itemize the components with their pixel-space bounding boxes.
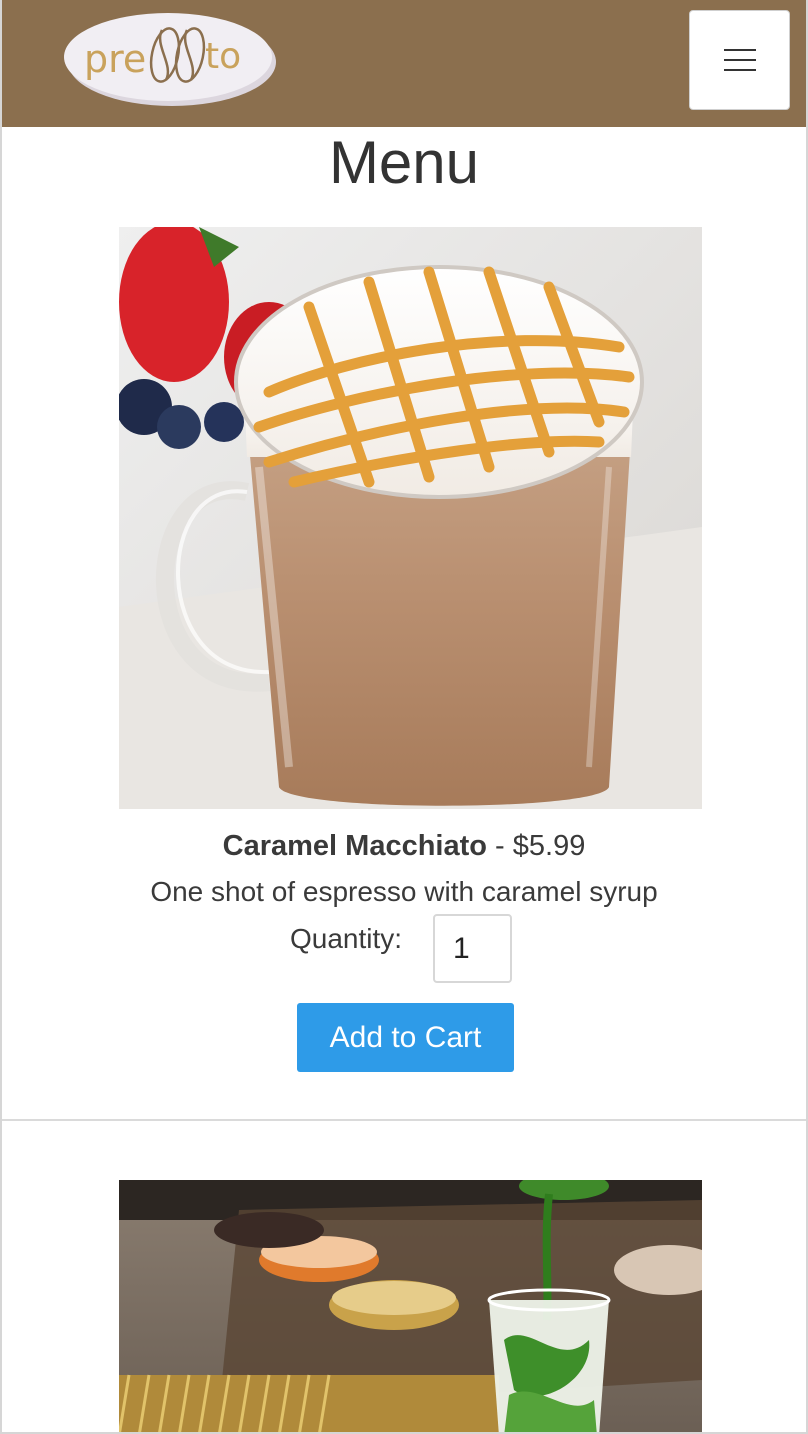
- navbar: pre to: [2, 0, 806, 127]
- menu-toggle-button[interactable]: [689, 10, 790, 110]
- logo-text-right: to: [205, 36, 241, 77]
- product-title-line: Caramel Macchiato - $5.99: [2, 826, 806, 866]
- add-to-cart-button[interactable]: Add to Cart: [297, 1003, 514, 1072]
- product-image-caramel-macchiato: [119, 227, 702, 809]
- quantity-input[interactable]: [433, 914, 512, 983]
- quantity-label: Quantity:: [290, 923, 403, 954]
- product-image-matcha-latte: [119, 1180, 702, 1432]
- price-separator: -: [486, 830, 513, 862]
- divider: [2, 1119, 806, 1121]
- page: pre to Menu Caramel Macchiato - $5.99 On…: [0, 0, 808, 1434]
- presto-logo[interactable]: pre to: [62, 10, 278, 108]
- logo-text-left: pre: [84, 37, 146, 81]
- product-name: Caramel Macchiato: [222, 830, 487, 862]
- page-title: Menu: [328, 129, 480, 196]
- product-price: $5.99: [512, 830, 586, 862]
- product-description: One shot of espresso with caramel syrup: [150, 876, 658, 907]
